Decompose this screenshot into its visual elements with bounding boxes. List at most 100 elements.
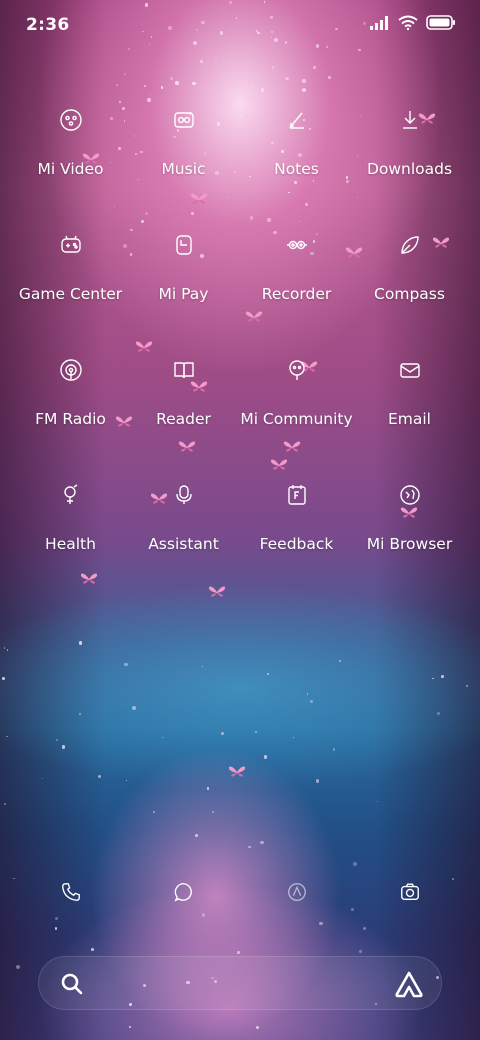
app-label: Mi Community [240,410,353,428]
wallpaper-sparkle [199,60,203,64]
health-icon [51,475,91,515]
wallpaper-sparkle [306,693,309,695]
wallpaper-sparkle [313,66,316,70]
wallpaper-sparkle [431,677,434,680]
radio-icon [51,350,91,390]
phone-icon [60,881,82,907]
wallpaper-sparkle [174,81,179,85]
envelope-icon [390,350,430,390]
wallpaper-sparkle [123,72,126,76]
recorder-icon [277,225,317,265]
dock-messages[interactable] [127,874,240,914]
wallpaper-sparkle [55,738,59,742]
wallpaper-sparkle [358,950,362,954]
wallpaper-sparkle [362,927,366,931]
wallpaper-sparkle [116,84,119,87]
app-store-icon [286,881,308,907]
wallpaper-sparkle [247,81,249,83]
app-mi-browser[interactable]: Mi Browser [353,475,466,600]
wallpaper-sparkle [319,921,324,926]
app-recorder[interactable]: Recorder [240,225,353,350]
dock-camera[interactable] [353,874,466,914]
wallpaper-sparkle [54,927,58,930]
book-icon [164,350,204,390]
app-fm-radio[interactable]: FM Radio [14,350,127,475]
app-reader[interactable]: Reader [127,350,240,475]
app-mi-community[interactable]: Mi Community [240,350,353,475]
app-mi-video[interactable]: Mi Video [14,100,127,225]
status-bar: 2:36 [0,0,480,50]
message-icon [173,881,195,907]
wallpaper-sparkle [247,845,251,849]
wallpaper-sparkle [255,731,258,734]
app-game-center[interactable]: Game Center [14,225,127,350]
app-email[interactable]: Email [353,350,466,475]
wallpaper-sparkle [98,774,102,778]
wallpaper-sparkle [260,88,265,92]
wallpaper-sparkle [332,747,336,751]
app-label: Email [387,410,431,428]
assistant-triangle-icon[interactable] [393,969,425,999]
wallpaper-sparkle [143,84,147,88]
wallpaper-sparkle [263,755,268,759]
wallpaper-sparkle [267,673,269,675]
app-label: Recorder [261,285,332,303]
wallpaper-sparkle [3,802,7,806]
wallpaper-sparkle [2,677,6,681]
wallpaper-sparkle [221,732,225,735]
search-icon[interactable] [59,971,85,997]
wallpaper-sparkle [328,75,332,80]
wallpaper-sparkle [6,735,8,738]
downloads-icon [390,100,430,140]
app-label: Downloads [366,160,453,178]
wallpaper-sparkle [161,736,164,739]
app-health[interactable]: Health [14,475,127,600]
wallpaper-sparkle [6,649,9,651]
app-compass[interactable]: Compass [353,225,466,350]
app-label: Feedback [259,535,334,553]
app-mi-pay[interactable]: Mi Pay [127,225,240,350]
wallpaper-sparkle [78,712,82,716]
app-label: Mi Pay [158,285,209,303]
wallpaper-sparkle [125,780,128,782]
wallpaper-sparkle [215,58,218,61]
app-notes[interactable]: Notes [240,100,353,225]
butterfly-icon [228,766,246,777]
app-feedback[interactable]: Feedback [240,475,353,600]
wallpaper-sparkle [128,1025,131,1028]
wallpaper-sparkle [302,79,307,84]
app-label: Notes [274,160,319,178]
globe-icon [390,475,430,515]
wallpaper-sparkle [285,76,289,81]
wallpaper-sparkle [292,736,295,739]
app-label: Music [161,160,206,178]
search-bar[interactable] [38,956,442,1010]
notes-icon [277,100,317,140]
app-downloads[interactable]: Downloads [353,100,466,225]
dock-phone[interactable] [14,874,127,914]
app-label: Mi Video [37,160,104,178]
app-label: FM Radio [35,410,106,428]
video-icon [51,100,91,140]
dock [14,874,466,914]
wallpaper-sparkle [15,964,20,969]
wallpaper-sparkle [441,674,445,678]
app-label: Reader [156,410,211,428]
app-grid: Mi Video Music Notes Downloads Game Cent… [14,100,466,600]
gamepad-icon [51,225,91,265]
wallpaper-sparkle [377,800,379,802]
dock-app-store[interactable] [240,874,353,914]
app-assistant[interactable]: Assistant [127,475,240,600]
battery-icon [426,15,456,30]
wallpaper-sparkle [252,85,254,88]
wallpaper-sparkle [152,810,156,814]
app-label: Mi Browser [366,535,453,553]
wallpaper-sparkle [302,87,306,92]
wallpaper-sparkle [202,666,204,668]
wallpaper-sparkle [315,779,320,783]
app-music[interactable]: Music [127,100,240,225]
wallpaper-sparkle [148,93,151,96]
wallpaper-sparkle [160,86,164,89]
wallpaper-sparkle [271,66,275,69]
wallpaper-sparkle [339,660,342,663]
